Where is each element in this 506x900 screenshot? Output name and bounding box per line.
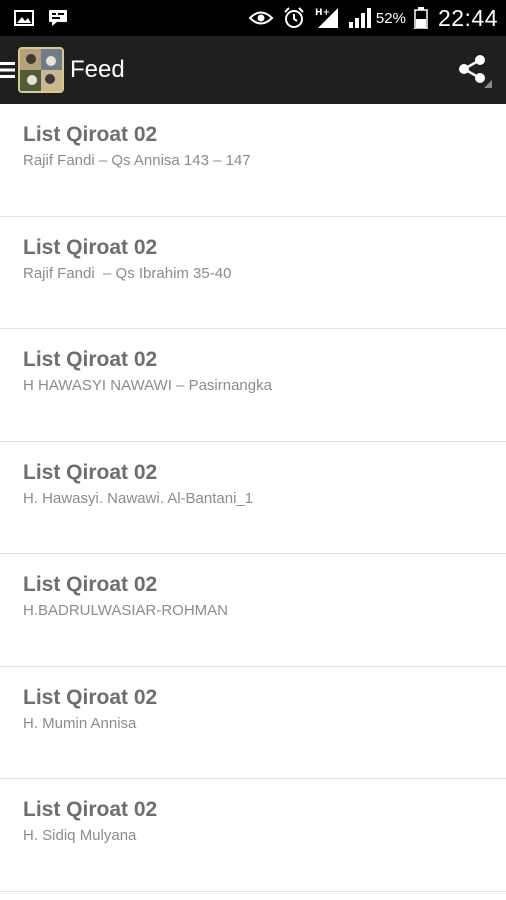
chat-notification-icon [48, 9, 68, 27]
list-item[interactable]: List Qiroat 02 H. Hawasyi. Nawawi. Al-Ba… [0, 441, 506, 554]
battery-percentage: 52% [375, 9, 406, 27]
list-item-subtitle: H. Hawasyi. Nawawi. Al-Bantani_1 [23, 489, 254, 507]
list-item-title: List Qiroat 02 [23, 573, 158, 596]
list-item[interactable]: List Qiroat 02 H HAWASYI NAWAWI – Pasirn… [0, 329, 506, 442]
status-right-group: H+ 52% 22:44 [240, 5, 498, 32]
list-item-title: List Qiroat 02 [23, 123, 158, 146]
list-item-title: List Qiroat 02 [23, 235, 158, 259]
list-item-subtitle: H.BADRULWASIAR-ROHMAN [23, 602, 229, 619]
list-item-subtitle: Rajif Fandi – Qs Ibrahim 35-40 [23, 264, 232, 282]
share-icon [454, 50, 494, 90]
feed-list: List Qiroat 02 Rajif Fandi – Qs Annisa 1… [0, 104, 506, 892]
list-item-subtitle: Rajif Fandi – Qs Annisa 143 – 147 [23, 152, 251, 169]
list-item[interactable]: List Qiroat 02 Rajif Fandi – Qs Ibrahim … [0, 216, 506, 329]
list-item-subtitle: H. Sidiq Mulyana [23, 827, 137, 844]
mobile-data-signal-icon: H+ [314, 6, 340, 30]
list-item-title: List Qiroat 02 [23, 685, 158, 709]
action-bar: Feed [0, 36, 506, 104]
page-title: Feed [70, 56, 125, 83]
list-item[interactable]: List Qiroat 02 H.BADRULWASIAR-ROHMAN [0, 554, 506, 667]
image-notification-icon [14, 9, 34, 27]
battery-icon [414, 7, 428, 29]
eye-icon [248, 8, 274, 28]
list-item-title: List Qiroat 02 [23, 798, 158, 821]
navigation-drawer-toggle[interactable] [0, 36, 64, 104]
list-item-title: List Qiroat 02 [23, 460, 158, 484]
list-item-subtitle: H. Mumin Annisa [23, 714, 137, 732]
list-item-subtitle: H HAWASYI NAWAWI – Pasirnangka [23, 377, 272, 394]
alarm-icon [282, 6, 306, 30]
list-item[interactable]: List Qiroat 02 H. Sidiq Mulyana [0, 779, 506, 892]
status-clock: 22:44 [437, 4, 498, 31]
list-item-title: List Qiroat 02 [23, 348, 158, 371]
list-item[interactable]: List Qiroat 02 Rajif Fandi – Qs Annisa 1… [0, 104, 506, 217]
status-left-group [14, 9, 82, 27]
list-item[interactable]: List Qiroat 02 H. Mumin Annisa [0, 666, 506, 779]
status-bar: H+ 52% 22:44 [0, 0, 506, 36]
app-logo [18, 47, 64, 93]
svg-text:H+: H+ [315, 8, 330, 18]
hamburger-menu-icon [0, 59, 16, 81]
share-button[interactable] [454, 50, 494, 90]
signal-strength-icon [348, 7, 372, 29]
